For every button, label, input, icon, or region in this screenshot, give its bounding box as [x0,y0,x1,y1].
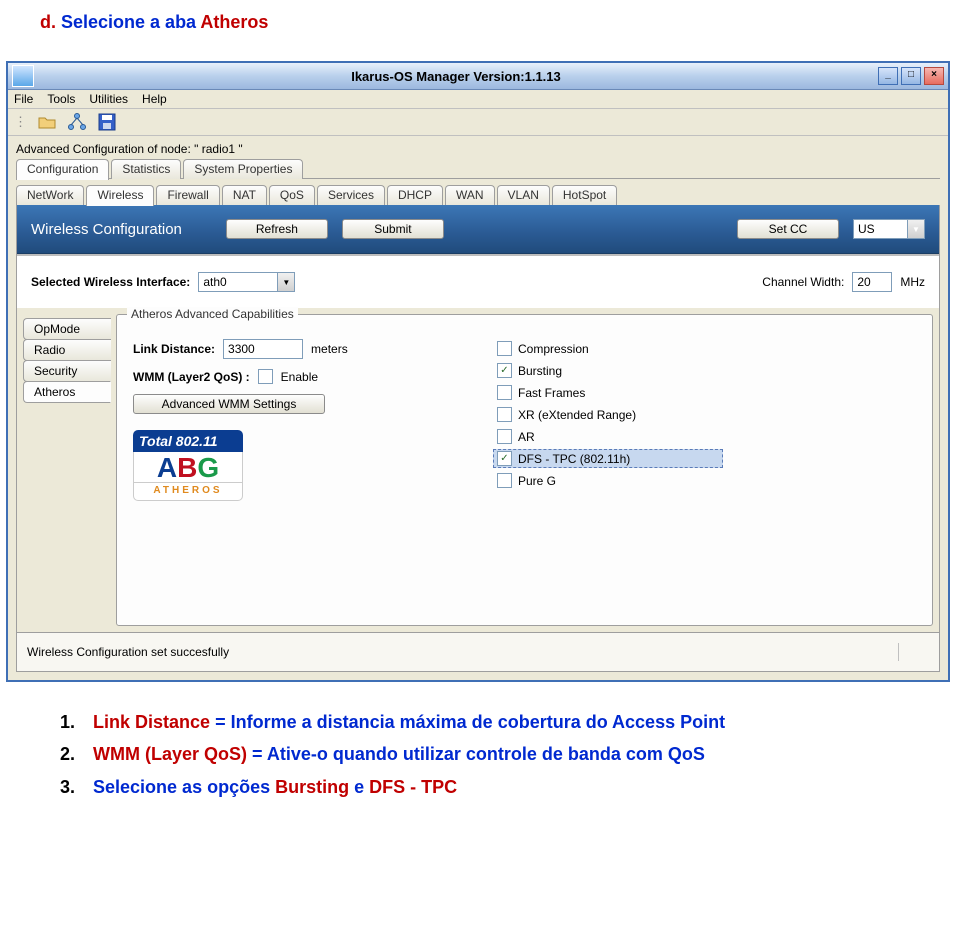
tab-dhcp[interactable]: DHCP [387,185,443,205]
fieldset-legend: Atheros Advanced Capabilities [127,307,298,321]
checkbox-icon[interactable]: ✓ [497,363,512,378]
tab-vlan[interactable]: VLAN [497,185,550,205]
menu-tools[interactable]: Tools [47,92,75,106]
check-label: DFS - TPC (802.11h) [518,452,630,466]
iface-label: Selected Wireless Interface: [31,275,190,289]
tab-firewall[interactable]: Firewall [156,185,219,205]
advanced-wmm-button[interactable]: Advanced WMM Settings [133,394,325,414]
tab-configuration[interactable]: Configuration [16,159,109,180]
vtab-security[interactable]: Security [23,360,111,382]
check-xr-extended-range-[interactable]: XR (eXtended Range) [493,405,723,424]
app-icon [12,65,34,87]
check-compression[interactable]: Compression [493,339,723,358]
submit-button[interactable]: Submit [342,219,444,239]
menubar: File Tools Utilities Help [8,90,948,109]
app-window: Ikarus-OS Manager Version:1.1.13 _ □ × F… [6,61,950,682]
maximize-button[interactable]: □ [901,67,921,85]
iface-dropdown-icon[interactable]: ▼ [278,272,295,292]
doc-list: 1. Link Distance = Informe a distancia m… [60,706,940,803]
tab-wireless[interactable]: Wireless [86,185,154,206]
vtab-opmode[interactable]: OpMode [23,318,111,340]
wmm-enable-checkbox[interactable] [258,369,273,384]
wireless-panel: Wireless Configuration Refresh Submit Se… [16,205,940,672]
save-icon[interactable] [97,112,117,132]
check-ar[interactable]: AR [493,427,723,446]
minimize-button[interactable]: _ [878,67,898,85]
checkbox-icon[interactable] [497,473,512,488]
toolbar: ⋮ [8,109,948,136]
tab-nat[interactable]: NAT [222,185,267,205]
tab-hotspot[interactable]: HotSpot [552,185,617,205]
checkbox-icon[interactable]: ✓ [497,451,512,466]
link-distance-label: Link Distance: [133,342,215,356]
tab-system-properties[interactable]: System Properties [183,159,303,179]
status-text: Wireless Configuration set succesfully [27,645,229,659]
panel-title: Wireless Configuration [31,221,182,238]
top-tabs: Configuration Statistics System Properti… [8,158,948,179]
check-label: Fast Frames [518,386,585,400]
link-distance-unit: meters [311,342,348,356]
atheros-content: OpMode Radio Security Atheros Atheros Ad… [17,308,939,632]
statusbar-grip [898,643,929,661]
tab-qos[interactable]: QoS [269,185,315,205]
cw-unit: MHz [900,275,925,289]
check-label: Compression [518,342,589,356]
cw-label: Channel Width: [762,275,844,289]
wmm-enable-label: Enable [281,370,318,384]
checkbox-icon[interactable] [497,429,512,444]
checkbox-icon[interactable] [497,385,512,400]
check-label: AR [518,430,535,444]
sub-tabs: NetWork Wireless Firewall NAT QoS Servic… [8,180,948,205]
checkbox-icon[interactable] [497,407,512,422]
statusbar: Wireless Configuration set succesfully [17,632,939,671]
check-fast-frames[interactable]: Fast Frames [493,383,723,402]
tab-wan[interactable]: WAN [445,185,495,205]
titlebar: Ikarus-OS Manager Version:1.1.13 _ □ × [8,63,948,90]
window-title: Ikarus-OS Manager Version:1.1.13 [34,69,878,84]
panel-header: Wireless Configuration Refresh Submit Se… [17,205,939,254]
check-label: Pure G [518,474,556,488]
atheros-fieldset: Atheros Advanced Capabilities Link Dista… [116,314,933,626]
refresh-button[interactable]: Refresh [226,219,328,239]
doc-heading: d. Selecione a aba Atheros [40,12,940,33]
tab-statistics[interactable]: Statistics [111,159,181,179]
check-pure-g[interactable]: Pure G [493,471,723,490]
cc-dropdown-icon[interactable]: ▼ [908,219,925,239]
check-label: XR (eXtended Range) [518,408,636,422]
side-tabs: OpMode Radio Security Atheros [23,314,111,402]
setcc-button[interactable]: Set CC [737,219,839,239]
interface-row: Selected Wireless Interface: ▼ Channel W… [17,255,939,308]
node-row: Advanced Configuration of node: " radio1… [8,136,948,158]
vtab-radio[interactable]: Radio [23,339,111,361]
vtab-atheros[interactable]: Atheros [23,381,111,403]
link-distance-field[interactable] [223,339,303,359]
check-dfs-tpc-802-11h-[interactable]: ✓ DFS - TPC (802.11h) [493,449,723,468]
tab-network[interactable]: NetWork [16,185,84,205]
close-button[interactable]: × [924,67,944,85]
iface-select[interactable] [198,272,278,292]
cw-field[interactable] [852,272,892,292]
tab-services[interactable]: Services [317,185,385,205]
open-icon[interactable] [37,112,57,132]
menu-utilities[interactable]: Utilities [89,92,128,106]
atheros-logo: Total 802.11 ABG ATHEROS [133,430,243,501]
wmm-label: WMM (Layer2 QoS) : [133,370,250,384]
menu-help[interactable]: Help [142,92,167,106]
capabilities-checklist: Compression ✓ Bursting Fast Frames XR (eXten… [493,339,723,490]
checkbox-icon[interactable] [497,341,512,356]
network-icon[interactable] [67,112,87,132]
menu-file[interactable]: File [14,92,33,106]
cc-select[interactable] [853,219,908,239]
check-bursting[interactable]: ✓ Bursting [493,361,723,380]
check-label: Bursting [518,364,562,378]
